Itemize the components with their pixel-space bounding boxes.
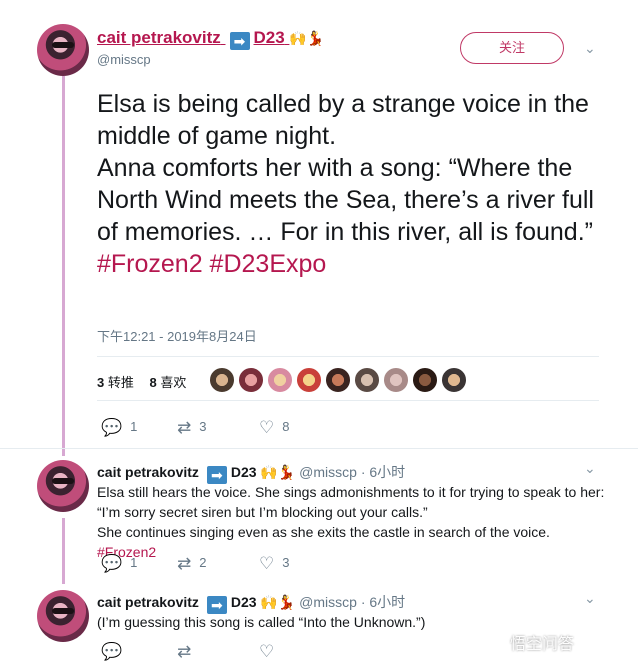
follow-button[interactable]: 关注	[460, 32, 564, 64]
tweet-text: Elsa is being called by a strange voice …	[97, 88, 597, 280]
name-suffix: D23	[230, 464, 257, 480]
reply-button[interactable]: 💬	[101, 642, 130, 662]
heart-icon: ♡	[259, 418, 275, 437]
handle-time[interactable]: @misscp · 6小时	[299, 464, 405, 480]
author-handle[interactable]: @misscp	[97, 52, 151, 67]
liker-avatar[interactable]	[383, 367, 409, 393]
like-count: 8	[149, 375, 157, 390]
reply-text-line: Elsa still hears the voice. She sings ad…	[97, 484, 605, 500]
display-name[interactable]: cait petrakovitz	[97, 464, 199, 480]
engagement-stats[interactable]: 3 转推 8 喜欢	[97, 372, 186, 391]
dancer-icon: 💃	[306, 30, 325, 46]
reply-button[interactable]: 💬 1	[101, 418, 137, 438]
thread-line	[62, 76, 65, 456]
reply-text-line: (I’m guessing this song is called “Into …	[97, 614, 426, 630]
chevron-down-icon[interactable]: ⌄	[584, 40, 596, 57]
raised-hands-icon: 🙌	[260, 594, 278, 610]
chevron-down-icon[interactable]: ⌄	[584, 460, 596, 477]
retweet-label: 转推	[107, 375, 134, 390]
heart-icon: ♡	[259, 642, 275, 661]
liker-avatar[interactable]	[209, 367, 235, 393]
liker-avatar[interactable]	[441, 367, 467, 393]
display-name[interactable]: cait petrakovitz	[97, 594, 199, 610]
like-button[interactable]: ♡	[259, 642, 282, 662]
reply-count: 1	[130, 555, 138, 570]
retweet-icon: ⇄	[177, 418, 192, 437]
timestamp[interactable]: 下午12:21 - 2019年8月24日	[97, 326, 257, 345]
retweet-count: 2	[199, 555, 207, 570]
liker-avatar[interactable]	[325, 367, 351, 393]
retweet-button[interactable]: ⇄	[177, 642, 199, 662]
divider	[0, 448, 638, 449]
liker-avatar[interactable]	[412, 367, 438, 393]
reply-text-line: “I’m sorry secret siren but I’m blocking…	[97, 504, 428, 520]
thread-line	[62, 518, 65, 584]
avatar[interactable]	[37, 460, 89, 512]
liker-avatar[interactable]	[238, 367, 264, 393]
reply-button[interactable]: 💬 1	[101, 554, 137, 574]
chevron-down-icon[interactable]: ⌄	[584, 590, 596, 607]
reply-text-line: She continues singing even as she exits …	[97, 524, 550, 540]
hashtags-link[interactable]: #Frozen2 #D23Expo	[97, 248, 597, 280]
retweet-count: 3	[199, 419, 207, 434]
reply-icon: 💬	[101, 642, 123, 661]
retweet-button[interactable]: ⇄ 3	[177, 418, 206, 438]
like-count: 8	[282, 419, 290, 434]
like-label: 喜欢	[160, 375, 187, 390]
reply-text: Elsa still hears the voice. She sings ad…	[97, 482, 607, 562]
retweet-button[interactable]: ⇄ 2	[177, 554, 206, 574]
avatar[interactable]	[37, 590, 89, 642]
divider	[97, 400, 599, 401]
author-name[interactable]: cait petrakovitz ➡ D23 🙌💃	[97, 28, 324, 50]
like-count: 3	[282, 555, 290, 570]
retweet-count: 3	[97, 375, 105, 390]
tweet-text-line: Anna comforts her with a song: “Where th…	[97, 154, 594, 246]
right-arrow-icon: ➡	[229, 32, 250, 50]
raised-hands-icon: 🙌	[289, 30, 307, 46]
reply-text: (I’m guessing this song is called “Into …	[97, 612, 607, 632]
like-button[interactable]: ♡ 3	[259, 554, 289, 574]
liker-avatar[interactable]	[267, 367, 293, 393]
tweet-text-line: Elsa is being called by a strange voice …	[97, 90, 589, 150]
like-button[interactable]: ♡ 8	[259, 418, 289, 438]
dancer-icon: 💃	[277, 594, 296, 610]
name-suffix: D23	[253, 28, 285, 47]
handle-time[interactable]: @misscp · 6小时	[299, 594, 405, 610]
display-name: cait petrakovitz	[97, 28, 221, 47]
retweet-icon: ⇄	[177, 642, 192, 661]
dancer-icon: 💃	[277, 464, 296, 480]
reply-icon: 💬	[101, 554, 123, 573]
reply-header: cait petrakovitz ➡ D23 🙌💃 @misscp · 6小时	[97, 462, 405, 484]
reply-icon: 💬	[101, 418, 123, 437]
watermark: 悟空问答	[510, 636, 575, 653]
divider	[97, 356, 599, 357]
liker-avatar[interactable]	[354, 367, 380, 393]
retweet-icon: ⇄	[177, 554, 192, 573]
name-suffix: D23	[230, 594, 257, 610]
raised-hands-icon: 🙌	[260, 464, 278, 480]
liker-avatar[interactable]	[296, 367, 322, 393]
heart-icon: ♡	[259, 554, 275, 573]
avatar[interactable]	[37, 24, 89, 76]
reply-count: 1	[130, 419, 138, 434]
reply-header: cait petrakovitz ➡ D23 🙌💃 @misscp · 6小时	[97, 592, 405, 614]
